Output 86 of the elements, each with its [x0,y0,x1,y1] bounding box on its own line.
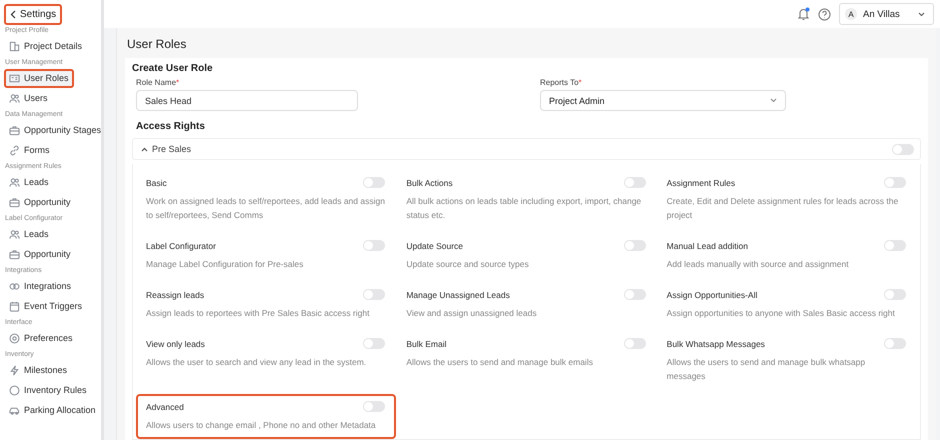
people-icon [9,93,20,104]
toggle-switch[interactable] [892,144,914,154]
right-title: Bulk Actions [406,178,453,188]
right-description: Work on assigned leads to self/reportees, add leads and assign to self/reportees, Send Comms [146,195,386,222]
sidebar-item[interactable]: Leads [4,173,54,192]
toggle-switch[interactable] [624,177,646,188]
toggle-switch[interactable] [884,338,906,349]
toggle-switch[interactable] [363,338,386,349]
building-icon [9,41,20,52]
back-button[interactable]: Settings [4,4,62,25]
right-title: Basic [146,178,167,188]
right-title: Manage Unassigned Leads [406,290,510,300]
toggle-switch[interactable] [363,289,386,300]
right-title: Label Configurator [146,240,216,250]
sidebar-item[interactable]: Opportunity Stages [4,121,106,140]
group-header[interactable]: Pre Sales [132,138,921,160]
sidebar-item[interactable]: Preferences [4,329,78,348]
reports-to-dropdown[interactable]: Project Admin [540,90,786,111]
toggle-switch[interactable] [363,177,386,188]
target-icon [9,333,20,344]
right-title: Bulk Whatsapp Messages [666,338,765,348]
id-card-icon [9,73,20,84]
sidebar-item[interactable]: Inventory Rules [4,381,92,400]
rings-icon [9,281,20,292]
sidebar-item[interactable]: Forms [4,141,54,160]
briefcase-icon [9,249,20,260]
field-label: Role Name* [136,78,180,87]
chevron-down-icon [770,98,777,103]
sidebar-item[interactable]: Parking Allocation [4,401,101,420]
toggle-switch[interactable] [884,240,906,251]
field-label: Reports To* [540,78,583,87]
right-description: Allows users to change email , Phone no and other Metadata [146,419,377,432]
right-title: Manual Lead addition [666,240,748,250]
sidebar-item[interactable]: Opportunity [4,245,76,264]
sidebar-item[interactable]: Opportunity [4,193,76,212]
chevron-down-icon [918,12,925,16]
toggle-switch[interactable] [363,240,386,251]
right-description: Add leads manually with source and assignment [666,258,850,271]
right-description: Assign leads to reportees with Pre Sales Basic access right [146,307,370,320]
right-description: Allows the user to search and view any lead in the system. [146,356,368,369]
form-title: Create User Role [132,63,214,74]
right-description: View and assign unassigned leads [406,307,538,320]
right-title: Assignment Rules [666,178,736,188]
calendar-icon [9,301,20,312]
circle-icon [9,385,20,396]
toggle-switch[interactable] [624,289,646,300]
chevron-up-icon [141,146,148,152]
right-title: Assign Opportunities-All [666,290,758,300]
bolt-icon [9,365,20,376]
sidebar-item[interactable]: Leads [4,225,54,244]
chevron-left-icon [10,10,17,19]
right-title: Advanced [146,402,184,412]
toggle-switch[interactable] [884,177,906,188]
right-description: Create, Edit and Delete assignment rules for leads across the project [666,195,900,222]
sidebar-item[interactable]: User Roles [4,69,74,88]
role-name-field[interactable]: Sales Head [136,90,358,111]
sidebar-item[interactable]: Event Triggers [4,297,88,316]
briefcase-icon [9,125,20,136]
right-description: All bulk actions on leads table including export, import, change status etc. [406,195,642,222]
toggle-switch[interactable] [884,289,906,300]
people-icon [9,177,20,188]
right-description: Assign opportunities to anyone with Sales Basic access right [666,307,896,320]
right-title: Reassign leads [146,290,204,300]
right-title: Update Source [406,240,464,250]
page-title: User Roles [126,36,188,53]
user-menu[interactable]: A An Villas [839,3,934,25]
help-icon[interactable] [818,8,831,20]
bell-icon[interactable] [797,7,810,21]
link-icon [9,145,20,156]
section-heading: Access Rights [136,121,206,132]
car-icon [9,405,20,416]
sidebar-item[interactable]: Milestones [4,361,72,380]
toggle-switch[interactable] [624,338,646,349]
people-icon [9,229,20,240]
right-title: Bulk Email [406,338,446,348]
right-description: Manage Label Configuration for Pre-sales [146,258,304,271]
sidebar-item[interactable]: Users [4,89,53,108]
briefcase-icon [9,197,20,208]
toggle-switch[interactable] [624,240,646,251]
right-description: Allows the users to send and manage bulk emails [406,356,594,369]
right-title: View only leads [146,338,205,348]
sidebar-item[interactable]: Project Details [4,37,88,56]
right-description: Update source and source types [406,258,530,271]
sidebar-item[interactable]: Integrations [4,277,76,296]
right-description: Allows the users to send and manage bulk whatsapp messages [666,356,866,383]
toggle-switch[interactable] [363,401,386,412]
